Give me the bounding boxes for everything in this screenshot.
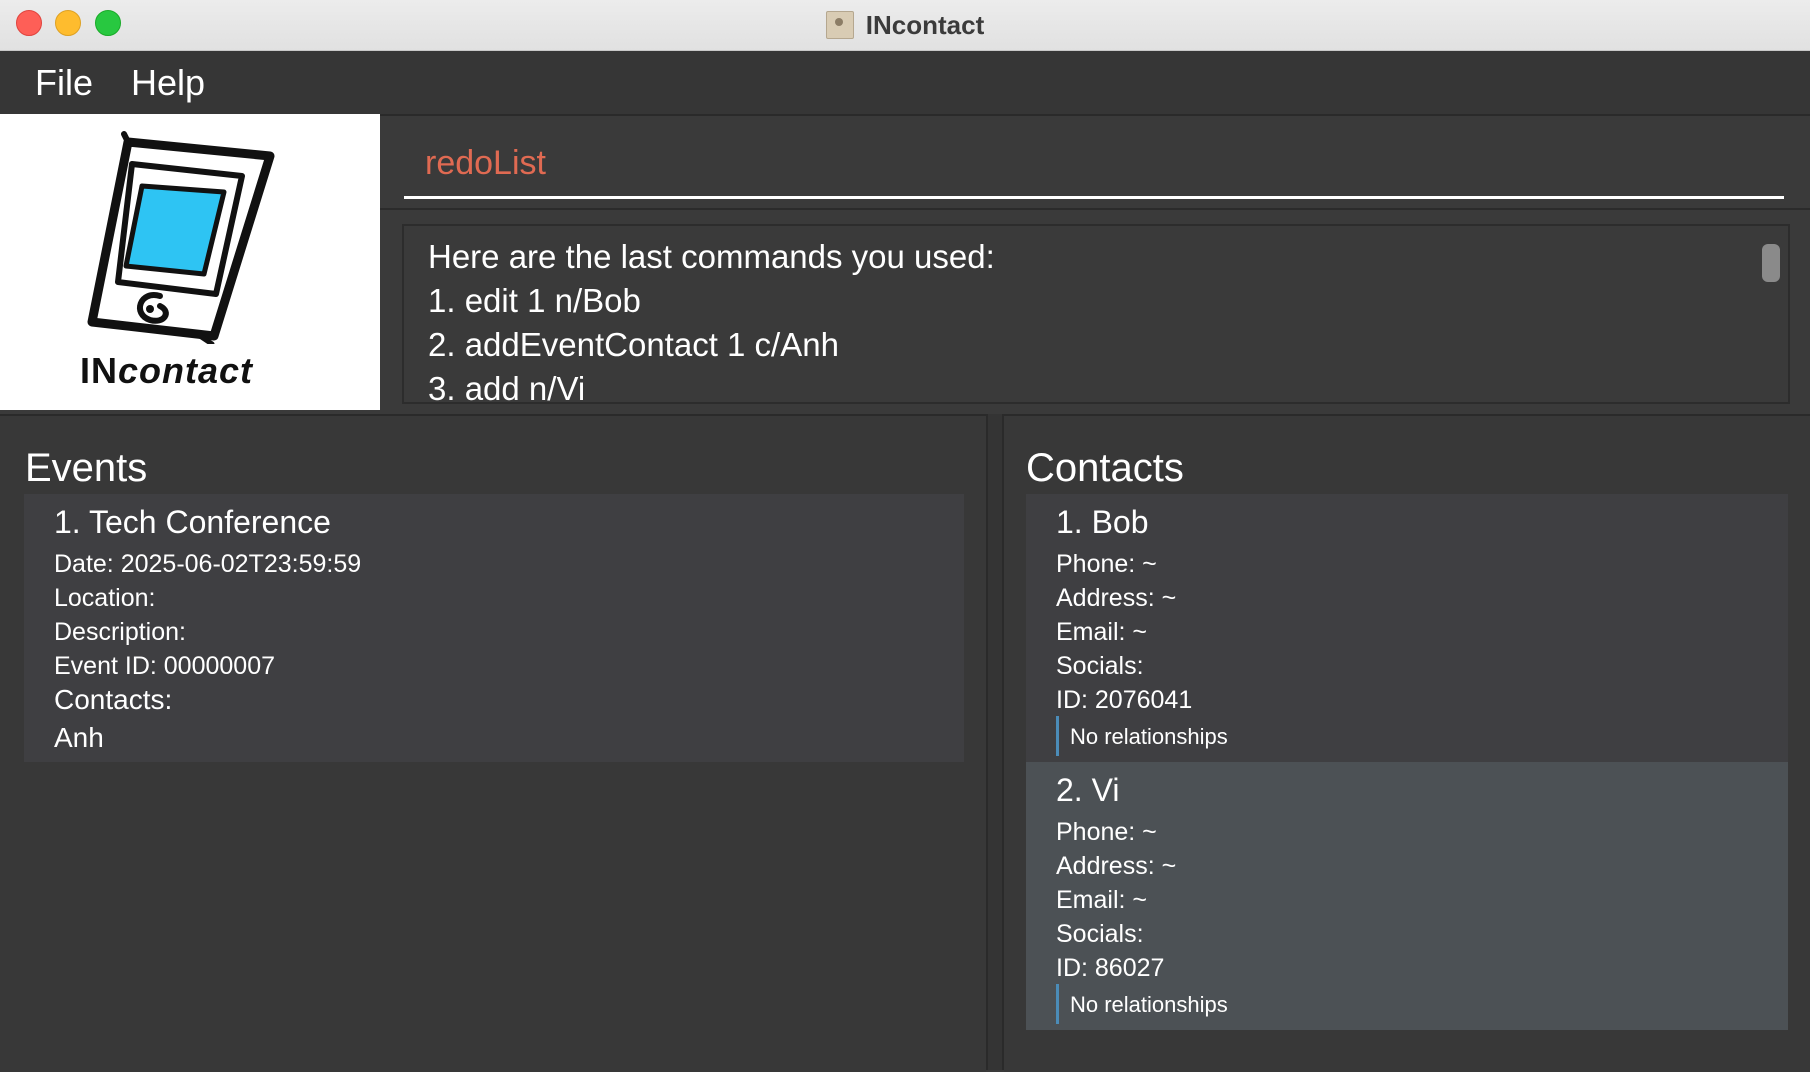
result-display[interactable]: Here are the last commands you used: 1. … [402, 224, 1790, 404]
result-line: 3. add n/Vi [428, 370, 586, 404]
contact-email: Email: ~ [1056, 618, 1148, 646]
relationship-bar [1056, 984, 1059, 1024]
contact-address: Address: ~ [1056, 852, 1177, 880]
contact-heading: 2. Vi [1056, 772, 1120, 808]
contact-socials: Socials: [1056, 920, 1144, 948]
contact-address: Address: ~ [1056, 584, 1177, 612]
contact-relationships: No relationships [1070, 992, 1228, 1017]
app-document-icon [825, 11, 854, 39]
event-id: Event ID: 00000007 [54, 652, 275, 680]
contact-id: ID: 2076041 [1056, 686, 1193, 714]
logo-wordmark: INcontact [80, 350, 253, 392]
contact-socials: Socials: [1056, 652, 1144, 680]
window-title-group: INcontact [0, 0, 1810, 50]
event-heading: 1. Tech Conference [54, 504, 331, 540]
event-date: Date: 2025-06-02T23:59:59 [54, 550, 362, 578]
logo-panel: INcontact [0, 114, 380, 410]
event-location: Location: [54, 584, 156, 612]
title-bar: INcontact [0, 0, 1810, 51]
result-line: 2. addEventContact 1 c/Anh [428, 326, 839, 363]
command-input[interactable]: redoList [425, 144, 546, 183]
contact-relationships: No relationships [1070, 724, 1228, 749]
window-title: INcontact [865, 9, 985, 40]
event-description: Description: [54, 618, 186, 646]
contact-heading: 1. Bob [1056, 504, 1149, 540]
contact-phone: Phone: ~ [1056, 550, 1157, 578]
result-line: Here are the last commands you used: [428, 238, 995, 275]
app-logo-device-icon [87, 131, 275, 344]
command-box: redoList [380, 114, 1810, 208]
contact-id: ID: 86027 [1056, 954, 1165, 982]
contacts-title: Contacts [1026, 446, 1184, 490]
menu-help[interactable]: Help [131, 62, 205, 104]
logo-wordmark-prefix: IN [80, 350, 118, 391]
result-display-panel: Here are the last commands you used: 1. … [380, 208, 1810, 412]
events-title: Events [25, 446, 148, 490]
contact-phone: Phone: ~ [1056, 818, 1157, 846]
logo-wordmark-suffix: contact [118, 350, 254, 391]
contact-card[interactable]: 1. Bob Phone: ~ Address: ~ Email: ~ Soci… [1026, 494, 1788, 762]
contacts-panel: Contacts 1. Bob Phone: ~ Address: ~ Emai… [1004, 414, 1810, 1072]
result-scrollbar-thumb[interactable] [1762, 244, 1780, 282]
result-line: 1. edit 1 n/Bob [428, 282, 641, 319]
contact-email: Email: ~ [1056, 886, 1148, 914]
event-card[interactable]: 1. Tech Conference Date: 2025-06-02T23:5… [24, 494, 964, 762]
contact-card-selected[interactable]: 2. Vi Phone: ~ Address: ~ Email: ~ Socia… [1026, 762, 1788, 1030]
panel-divider[interactable] [986, 414, 1004, 1070]
event-contacts: Anh [54, 722, 104, 753]
relationship-bar [1056, 716, 1059, 756]
events-panel: Events 1. Tech Conference Date: 2025-06-… [0, 414, 986, 1072]
menu-bar: File Help [0, 51, 1810, 114]
event-contacts-label: Contacts: [54, 684, 173, 715]
command-underline [404, 196, 1784, 199]
menu-file[interactable]: File [35, 62, 93, 104]
